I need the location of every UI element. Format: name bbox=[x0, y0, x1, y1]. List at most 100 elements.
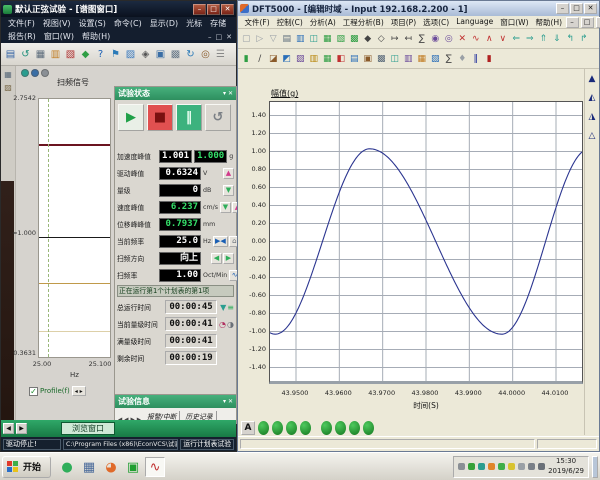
dft-titlebar[interactable]: DFT5000 - [编辑时域 - Input 192.168.2.200 - … bbox=[238, 1, 599, 16]
close-button[interactable]: ✕ bbox=[221, 4, 234, 15]
menu-item[interactable]: 帮助(H) bbox=[532, 17, 566, 28]
pen-icon[interactable]: ◈ bbox=[139, 47, 152, 62]
new-icon[interactable]: ▢ bbox=[240, 32, 253, 46]
tab-history[interactable]: 历史记录 bbox=[182, 411, 216, 421]
band-icon[interactable]: ▮ bbox=[240, 52, 253, 66]
pause-acq-icon[interactable]: ‖ bbox=[470, 52, 483, 66]
show-desktop-button[interactable] bbox=[592, 456, 598, 478]
tray-signal-icon[interactable] bbox=[528, 463, 535, 470]
tray-volume-icon[interactable] bbox=[538, 463, 545, 470]
menu-item[interactable]: 工程分析(B) bbox=[339, 17, 387, 28]
freq-hold-button[interactable]: ▶◀ bbox=[213, 236, 228, 247]
expand-x-icon[interactable]: ↦ bbox=[389, 32, 402, 46]
hand-icon[interactable]: ☰ bbox=[214, 47, 227, 62]
panel-header-controls[interactable]: ▾ ✕ bbox=[223, 90, 233, 97]
stop-button[interactable]: ■ bbox=[147, 104, 173, 131]
app-windows-icon[interactable]: ▣ bbox=[123, 457, 143, 477]
channel-indicator-5[interactable] bbox=[321, 421, 332, 435]
edit-icon[interactable]: ◆ bbox=[79, 47, 92, 62]
menu-item[interactable]: 窗口(W) bbox=[497, 17, 532, 28]
chart-next-button[interactable] bbox=[31, 69, 39, 77]
channel-indicator-4[interactable] bbox=[300, 421, 311, 435]
sigma-icon[interactable]: ∑ bbox=[443, 52, 456, 66]
open-icon[interactable]: ▷ bbox=[254, 32, 267, 46]
wave-copy-icon[interactable]: ◩ bbox=[281, 52, 294, 66]
channel-indicator-7[interactable] bbox=[349, 421, 360, 435]
profile-spinner[interactable]: ◂ ▸ bbox=[72, 386, 86, 396]
menu-item[interactable]: 光标 bbox=[182, 18, 206, 29]
spectrum-icon[interactable]: ▨ bbox=[294, 52, 307, 66]
harmonic-cursor-icon[interactable]: ◭ bbox=[589, 93, 596, 103]
filter-3-icon[interactable]: ∨ bbox=[497, 32, 510, 46]
flag-icon[interactable]: ⚑ bbox=[109, 47, 122, 62]
menu-item[interactable]: 显示(D) bbox=[146, 18, 182, 29]
tray-antivirus-icon[interactable] bbox=[498, 463, 505, 470]
menu-item[interactable]: 存储 bbox=[206, 18, 230, 29]
copy-icon[interactable]: ▥ bbox=[49, 47, 62, 62]
copy-icon[interactable]: ▥ bbox=[294, 32, 307, 46]
maximize-button[interactable]: □ bbox=[207, 4, 220, 15]
pen-tool-icon[interactable]: ∕ bbox=[254, 52, 267, 66]
tray-energy-icon[interactable] bbox=[508, 463, 515, 470]
filter-1-icon[interactable]: ∿ bbox=[470, 32, 483, 46]
menu-item[interactable]: 设置(S) bbox=[75, 18, 110, 29]
calculator-icon[interactable]: ▦ bbox=[79, 457, 99, 477]
mdi-restore-button[interactable]: □ bbox=[215, 33, 224, 41]
mute-icon[interactable]: ♦ bbox=[456, 52, 469, 66]
wave-edit-icon[interactable]: ◪ bbox=[267, 52, 280, 66]
window-tab-left-button[interactable]: ◀ bbox=[3, 423, 14, 434]
dock-chart-icon[interactable]: ▦ bbox=[4, 70, 12, 79]
minimize-button[interactable]: – bbox=[193, 4, 206, 15]
graph-icon[interactable]: ▦ bbox=[321, 52, 334, 66]
report-icon[interactable]: ▣ bbox=[362, 52, 375, 66]
paste-icon[interactable]: ◫ bbox=[308, 32, 321, 46]
print-icon[interactable]: ▦ bbox=[34, 47, 47, 62]
sweep-right-button[interactable]: ▶ bbox=[223, 253, 234, 264]
chart-menu-button[interactable] bbox=[41, 69, 49, 77]
clock2-icon[interactable]: ◑ bbox=[227, 320, 234, 329]
nav-left-icon[interactable]: ⇐ bbox=[510, 32, 523, 46]
print-icon[interactable]: ▤ bbox=[281, 32, 294, 46]
pointer-tool-icon[interactable]: ▲ bbox=[589, 74, 596, 84]
channel-a-button[interactable]: A bbox=[241, 421, 255, 435]
start-button[interactable]: ▶ bbox=[118, 104, 144, 131]
timer-export-icon[interactable]: ▼ bbox=[220, 303, 226, 312]
menu-item[interactable]: 文件(F) bbox=[4, 18, 39, 29]
tray-green-icon[interactable] bbox=[468, 463, 475, 470]
minimize-button[interactable]: – bbox=[556, 3, 569, 14]
app-wave-icon[interactable]: ∿ bbox=[145, 457, 165, 477]
clock-icon[interactable]: ◔ bbox=[219, 320, 226, 329]
zoom-in-icon[interactable]: ◉ bbox=[429, 32, 442, 46]
mdi-restore-button[interactable]: □ bbox=[581, 17, 594, 28]
photo-icon[interactable]: ▨ bbox=[124, 47, 137, 62]
channel-indicator-1[interactable] bbox=[258, 421, 269, 435]
layout-1-icon[interactable]: ▦ bbox=[321, 32, 334, 46]
device-icon[interactable]: ▩ bbox=[169, 47, 182, 62]
tray-battery-icon[interactable] bbox=[518, 463, 525, 470]
pause-button[interactable]: ‖ bbox=[176, 104, 202, 131]
channel-indicator-2[interactable] bbox=[272, 421, 283, 435]
monitor-icon[interactable]: ▣ bbox=[154, 47, 167, 62]
calc-3-icon[interactable]: ▦ bbox=[416, 52, 429, 66]
help-icon[interactable]: ? bbox=[94, 47, 107, 62]
search-icon[interactable]: ◎ bbox=[199, 47, 212, 62]
refresh-icon[interactable]: ↻ bbox=[184, 47, 197, 62]
profile-checkbox[interactable]: ✓ Profile(f) ◂ ▸ bbox=[29, 386, 86, 396]
menu-item[interactable]: 帮助(H) bbox=[78, 31, 114, 42]
note-cursor-icon[interactable]: △ bbox=[589, 131, 596, 141]
start-button[interactable]: 开始 bbox=[2, 456, 51, 478]
close-button[interactable]: ✕ bbox=[584, 3, 597, 14]
calc-1-icon[interactable]: ◫ bbox=[389, 52, 402, 66]
menu-item[interactable]: 选项(C) bbox=[420, 17, 453, 28]
layout-2-icon[interactable]: ▧ bbox=[335, 32, 348, 46]
export-pdf-icon[interactable]: ▧ bbox=[64, 47, 77, 62]
tab-alarm-abort[interactable]: 报警/中断 bbox=[144, 411, 180, 421]
cursor-icon[interactable]: ◆ bbox=[362, 32, 375, 46]
dock-report-icon[interactable]: ▨ bbox=[4, 83, 12, 92]
channel-indicator-8[interactable] bbox=[363, 421, 374, 435]
mdi-minimize-button[interactable]: – bbox=[207, 33, 213, 41]
tray-update-icon[interactable] bbox=[488, 463, 495, 470]
sweep-left-button[interactable]: ◀ bbox=[211, 253, 222, 264]
shrink-x-icon[interactable]: ↤ bbox=[402, 32, 415, 46]
restart-button[interactable]: ↺ bbox=[205, 104, 231, 131]
